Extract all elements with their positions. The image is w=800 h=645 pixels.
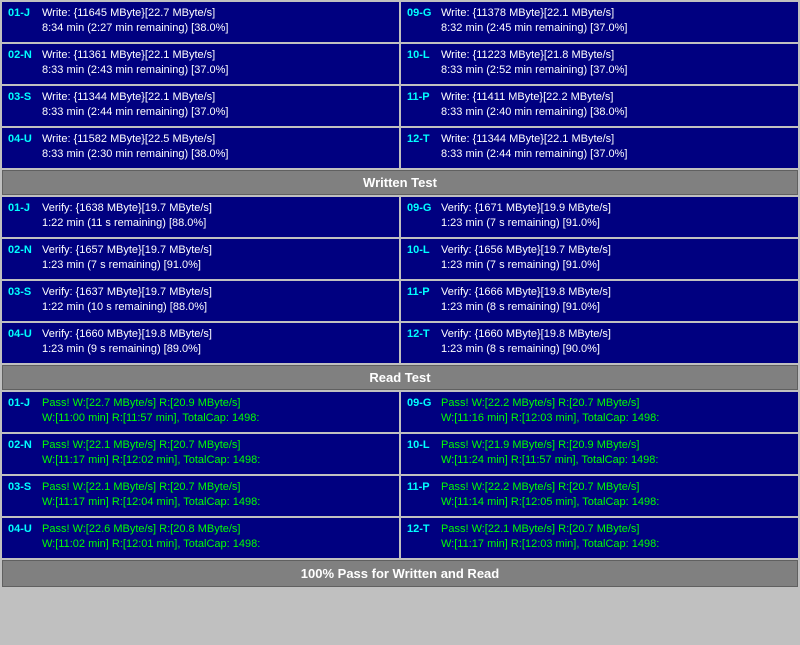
write-row-04u: 04-U Write: {11582 MByte}[22.5 MByte/s] …	[2, 128, 399, 168]
device-id-01j-w: 01-J	[8, 6, 38, 21]
write-content-02n: Write: {11361 MByte}[22.1 MByte/s] 8:33 …	[42, 48, 228, 79]
device-id-02n-p: 02-N	[8, 438, 38, 453]
pass-content-02n: Pass! W:[22.1 MByte/s] R:[20.7 MByte/s] …	[42, 438, 260, 469]
write-row-01j: 01-J Write: {11645 MByte}[22.7 MByte/s] …	[2, 2, 399, 42]
read-test-header: Read Test	[2, 365, 798, 390]
device-id-04u-v: 04-U	[8, 327, 38, 342]
verify-content-10l: Verify: {1656 MByte}[19.7 MByte/s] 1:23 …	[441, 243, 611, 274]
device-id-12t-p: 12-T	[407, 522, 437, 537]
verify-content-11p: Verify: {1666 MByte}[19.8 MByte/s] 1:23 …	[441, 285, 611, 316]
pass-right-col: 09-G Pass! W:[22.2 MByte/s] R:[20.7 MByt…	[401, 392, 798, 558]
pass-row-04u: 04-U Pass! W:[22.6 MByte/s] R:[20.8 MByt…	[2, 518, 399, 558]
pass-left-col: 01-J Pass! W:[22.7 MByte/s] R:[20.9 MByt…	[2, 392, 399, 558]
device-id-01j-p: 01-J	[8, 396, 38, 411]
pass-content-10l: Pass! W:[21.9 MByte/s] R:[20.9 MByte/s] …	[441, 438, 658, 469]
pass-row-01j: 01-J Pass! W:[22.7 MByte/s] R:[20.9 MByt…	[2, 392, 399, 432]
pass-row-02n: 02-N Pass! W:[22.1 MByte/s] R:[20.7 MByt…	[2, 434, 399, 474]
device-id-12t-w: 12-T	[407, 132, 437, 147]
pass-content-09g: Pass! W:[22.2 MByte/s] R:[20.7 MByte/s] …	[441, 396, 659, 427]
verify-content-09g: Verify: {1671 MByte}[19.9 MByte/s] 1:23 …	[441, 201, 611, 232]
verify-content-12t: Verify: {1660 MByte}[19.8 MByte/s] 1:23 …	[441, 327, 611, 358]
write-content-10l: Write: {11223 MByte}[21.8 MByte/s] 8:33 …	[441, 48, 627, 79]
verify-content-02n: Verify: {1657 MByte}[19.7 MByte/s] 1:23 …	[42, 243, 212, 274]
device-id-10l-v: 10-L	[407, 243, 437, 258]
verify-section: 01-J Verify: {1638 MByte}[19.7 MByte/s] …	[2, 197, 798, 363]
write-left-col: 01-J Write: {11645 MByte}[22.7 MByte/s] …	[2, 2, 399, 168]
pass-section: 01-J Pass! W:[22.7 MByte/s] R:[20.9 MByt…	[2, 392, 798, 558]
pass-content-04u: Pass! W:[22.6 MByte/s] R:[20.8 MByte/s] …	[42, 522, 260, 553]
verify-row-01j: 01-J Verify: {1638 MByte}[19.7 MByte/s] …	[2, 197, 399, 237]
verify-grid: 01-J Verify: {1638 MByte}[19.7 MByte/s] …	[2, 197, 798, 363]
verify-row-03s: 03-S Verify: {1637 MByte}[19.7 MByte/s] …	[2, 281, 399, 321]
pass-grid: 01-J Pass! W:[22.7 MByte/s] R:[20.9 MByt…	[2, 392, 798, 558]
device-id-09g-v: 09-G	[407, 201, 437, 216]
written-test-header: Written Test	[2, 170, 798, 195]
verify-content-01j: Verify: {1638 MByte}[19.7 MByte/s] 1:22 …	[42, 201, 212, 232]
write-content-11p: Write: {11411 MByte}[22.2 MByte/s] 8:33 …	[441, 90, 627, 121]
verify-content-04u: Verify: {1660 MByte}[19.8 MByte/s] 1:23 …	[42, 327, 212, 358]
main-container: 01-J Write: {11645 MByte}[22.7 MByte/s] …	[0, 0, 800, 589]
pass-content-11p: Pass! W:[22.2 MByte/s] R:[20.7 MByte/s] …	[441, 480, 659, 511]
verify-right-col: 09-G Verify: {1671 MByte}[19.9 MByte/s] …	[401, 197, 798, 363]
verify-content-03s: Verify: {1637 MByte}[19.7 MByte/s] 1:22 …	[42, 285, 212, 316]
write-content-03s: Write: {11344 MByte}[22.1 MByte/s] 8:33 …	[42, 90, 228, 121]
write-row-12t: 12-T Write: {11344 MByte}[22.1 MByte/s] …	[401, 128, 798, 168]
pass-row-12t: 12-T Pass! W:[22.1 MByte/s] R:[20.7 MByt…	[401, 518, 798, 558]
pass-content-12t: Pass! W:[22.1 MByte/s] R:[20.7 MByte/s] …	[441, 522, 659, 553]
pass-row-03s: 03-S Pass! W:[22.1 MByte/s] R:[20.7 MByt…	[2, 476, 399, 516]
verify-row-04u: 04-U Verify: {1660 MByte}[19.8 MByte/s] …	[2, 323, 399, 363]
write-content-09g: Write: {11378 MByte}[22.1 MByte/s] 8:32 …	[441, 6, 627, 37]
pass-content-01j: Pass! W:[22.7 MByte/s] R:[20.9 MByte/s] …	[42, 396, 259, 427]
verify-row-12t: 12-T Verify: {1660 MByte}[19.8 MByte/s] …	[401, 323, 798, 363]
device-id-02n-v: 02-N	[8, 243, 38, 258]
device-id-03s-p: 03-S	[8, 480, 38, 495]
write-content-04u: Write: {11582 MByte}[22.5 MByte/s] 8:33 …	[42, 132, 228, 163]
write-content-12t: Write: {11344 MByte}[22.1 MByte/s] 8:33 …	[441, 132, 627, 163]
device-id-09g-w: 09-G	[407, 6, 437, 21]
write-grid: 01-J Write: {11645 MByte}[22.7 MByte/s] …	[2, 2, 798, 168]
bottom-status-bar: 100% Pass for Written and Read	[2, 560, 798, 587]
pass-row-09g: 09-G Pass! W:[22.2 MByte/s] R:[20.7 MByt…	[401, 392, 798, 432]
write-content-01j: Write: {11645 MByte}[22.7 MByte/s] 8:34 …	[42, 6, 228, 37]
write-right-col: 09-G Write: {11378 MByte}[22.1 MByte/s] …	[401, 2, 798, 168]
write-row-02n: 02-N Write: {11361 MByte}[22.1 MByte/s] …	[2, 44, 399, 84]
device-id-04u-w: 04-U	[8, 132, 38, 147]
verify-row-02n: 02-N Verify: {1657 MByte}[19.7 MByte/s] …	[2, 239, 399, 279]
verify-row-10l: 10-L Verify: {1656 MByte}[19.7 MByte/s] …	[401, 239, 798, 279]
device-id-01j-v: 01-J	[8, 201, 38, 216]
write-row-11p: 11-P Write: {11411 MByte}[22.2 MByte/s] …	[401, 86, 798, 126]
write-row-10l: 10-L Write: {11223 MByte}[21.8 MByte/s] …	[401, 44, 798, 84]
pass-content-03s: Pass! W:[22.1 MByte/s] R:[20.7 MByte/s] …	[42, 480, 260, 511]
device-id-03s-w: 03-S	[8, 90, 38, 105]
device-id-10l-w: 10-L	[407, 48, 437, 63]
write-row-09g: 09-G Write: {11378 MByte}[22.1 MByte/s] …	[401, 2, 798, 42]
device-id-03s-v: 03-S	[8, 285, 38, 300]
pass-row-10l: 10-L Pass! W:[21.9 MByte/s] R:[20.9 MByt…	[401, 434, 798, 474]
verify-row-09g: 09-G Verify: {1671 MByte}[19.9 MByte/s] …	[401, 197, 798, 237]
write-row-03s: 03-S Write: {11344 MByte}[22.1 MByte/s] …	[2, 86, 399, 126]
device-id-12t-v: 12-T	[407, 327, 437, 342]
device-id-04u-p: 04-U	[8, 522, 38, 537]
device-id-11p-p: 11-P	[407, 480, 437, 495]
device-id-02n-w: 02-N	[8, 48, 38, 63]
device-id-10l-p: 10-L	[407, 438, 437, 453]
device-id-11p-v: 11-P	[407, 285, 437, 300]
pass-row-11p: 11-P Pass! W:[22.2 MByte/s] R:[20.7 MByt…	[401, 476, 798, 516]
device-id-11p-w: 11-P	[407, 90, 437, 105]
verify-row-11p: 11-P Verify: {1666 MByte}[19.8 MByte/s] …	[401, 281, 798, 321]
verify-left-col: 01-J Verify: {1638 MByte}[19.7 MByte/s] …	[2, 197, 399, 363]
device-id-09g-p: 09-G	[407, 396, 437, 411]
write-section: 01-J Write: {11645 MByte}[22.7 MByte/s] …	[2, 2, 798, 168]
